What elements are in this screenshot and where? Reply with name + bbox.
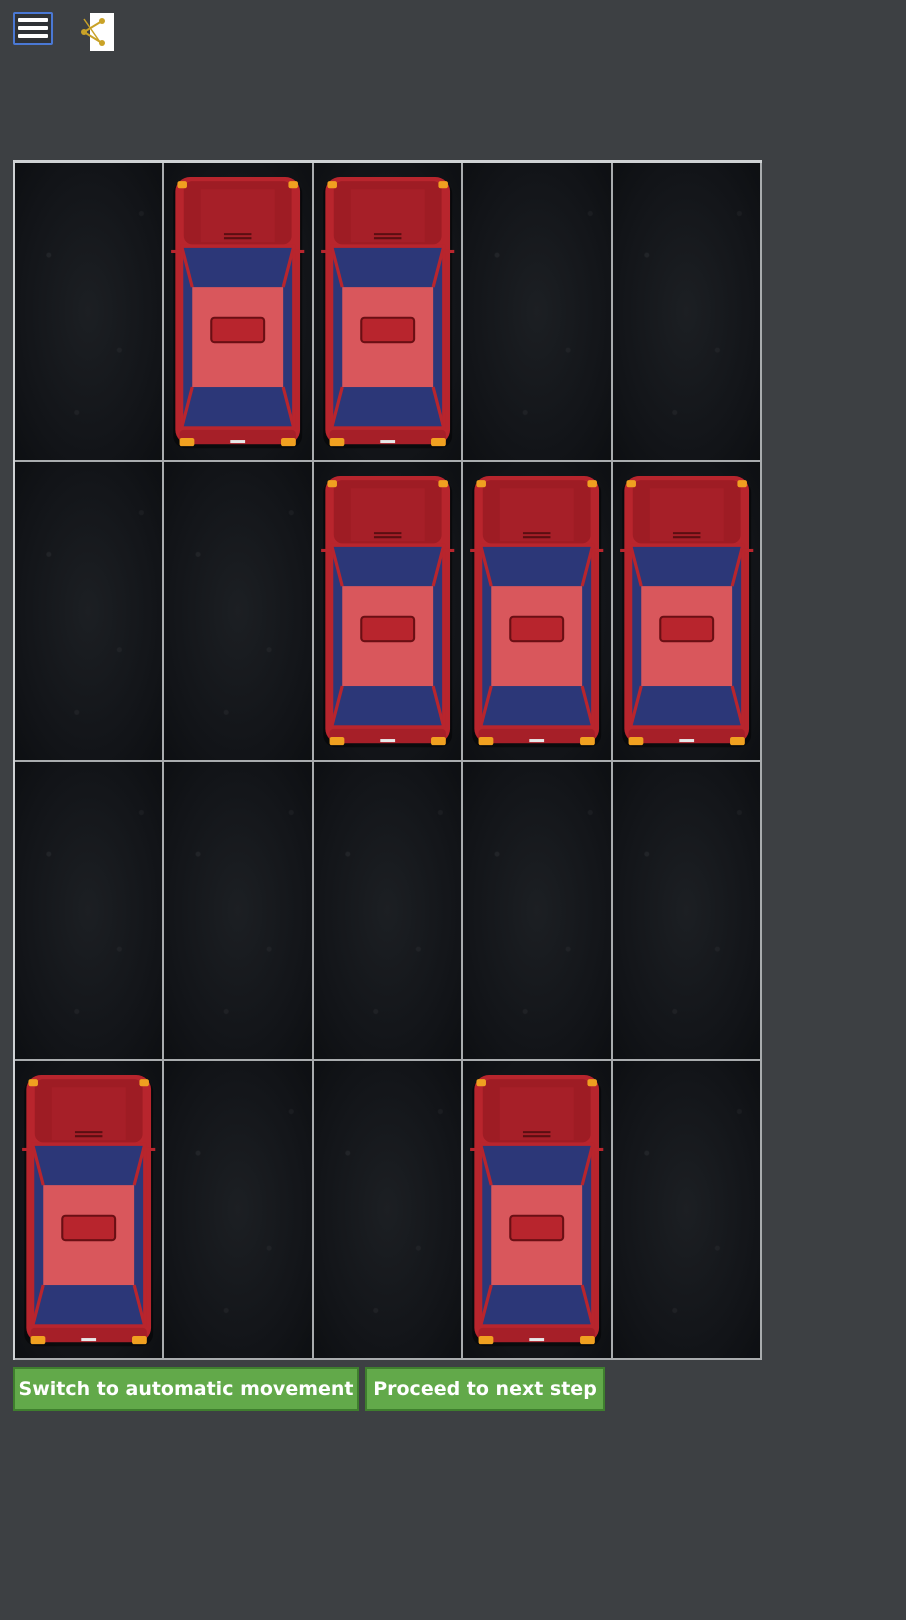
grid-cell[interactable] bbox=[313, 761, 464, 1061]
menu-bar bbox=[18, 34, 48, 38]
grid-cell[interactable] bbox=[15, 163, 165, 463]
car-icon[interactable] bbox=[319, 175, 456, 450]
hamburger-menu-icon[interactable] bbox=[13, 12, 53, 45]
grid-cell[interactable] bbox=[612, 163, 762, 463]
car-icon[interactable] bbox=[468, 474, 605, 749]
grid-cell[interactable] bbox=[15, 1060, 165, 1360]
grid-cell[interactable] bbox=[164, 462, 314, 762]
car-icon[interactable] bbox=[618, 474, 755, 749]
menu-bar bbox=[18, 18, 48, 22]
menu-bar bbox=[18, 26, 48, 30]
grid-cell[interactable] bbox=[313, 1060, 464, 1360]
grid-cell[interactable] bbox=[463, 1060, 613, 1360]
grid-cell[interactable] bbox=[463, 761, 613, 1061]
next-step-button[interactable]: Proceed to next step bbox=[365, 1367, 605, 1411]
share-icon[interactable] bbox=[80, 13, 114, 51]
switch-to-automatic-button[interactable]: Switch to automatic movement bbox=[13, 1367, 359, 1411]
car-icon[interactable] bbox=[319, 474, 456, 749]
top-toolbar bbox=[0, 0, 906, 60]
grid-cell[interactable] bbox=[164, 1060, 314, 1360]
grid-cell[interactable] bbox=[313, 462, 464, 762]
grid-cell[interactable] bbox=[164, 761, 314, 1061]
grid-cell[interactable] bbox=[164, 163, 314, 463]
grid-cell[interactable] bbox=[612, 761, 762, 1061]
grid-cell[interactable] bbox=[15, 462, 165, 762]
grid-cell[interactable] bbox=[463, 462, 613, 762]
grid-cell[interactable] bbox=[612, 1060, 762, 1360]
control-bar: Switch to automatic movement Proceed to … bbox=[13, 1367, 605, 1411]
car-icon[interactable] bbox=[468, 1073, 605, 1348]
car-icon[interactable] bbox=[20, 1073, 157, 1348]
parking-grid bbox=[13, 160, 762, 1360]
grid-cell[interactable] bbox=[612, 462, 762, 762]
car-icon[interactable] bbox=[169, 175, 306, 450]
grid-cell[interactable] bbox=[15, 761, 165, 1061]
grid-cell[interactable] bbox=[463, 163, 613, 463]
grid-cell[interactable] bbox=[313, 163, 464, 463]
